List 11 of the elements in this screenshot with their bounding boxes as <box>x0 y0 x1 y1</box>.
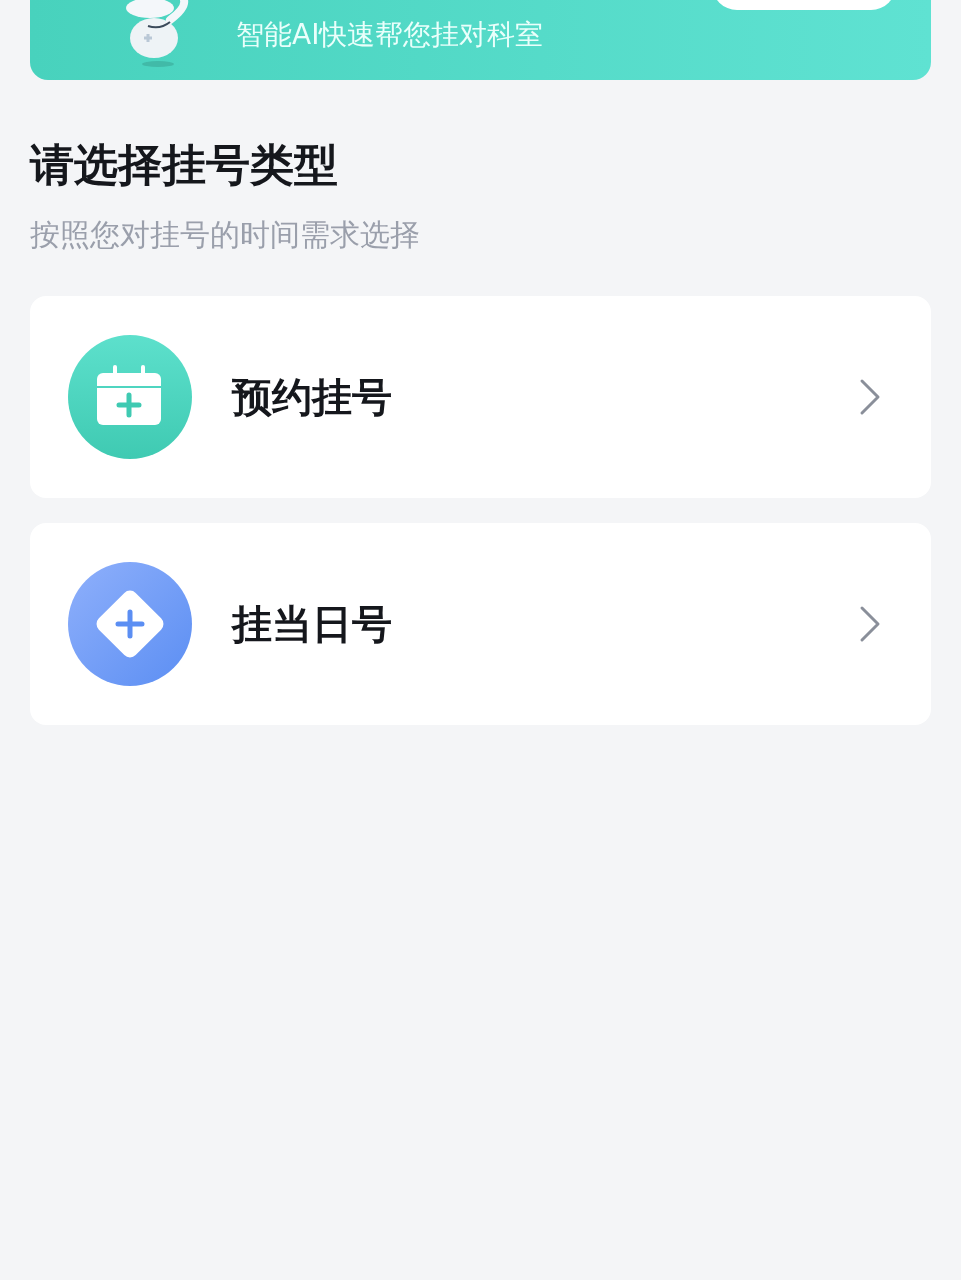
registration-option-card[interactable]: 挂当日号 <box>30 523 931 725</box>
banner-subtitle: 智能AI快速帮您挂对科室 <box>236 17 544 53</box>
diamond-plus-icon <box>68 562 192 686</box>
chevron-right-icon <box>859 378 881 416</box>
registration-option-card[interactable]: 预约挂号 <box>30 296 931 498</box>
chevron-right-icon <box>859 605 881 643</box>
option-label: 预约挂号 <box>232 372 393 422</box>
calendar-plus-icon <box>68 335 192 459</box>
option-label: 挂当日号 <box>232 599 393 649</box>
section-title: 请选择挂号类型 <box>30 138 339 192</box>
section-subtitle: 按照您对挂号的时间需求选择 <box>30 216 421 254</box>
